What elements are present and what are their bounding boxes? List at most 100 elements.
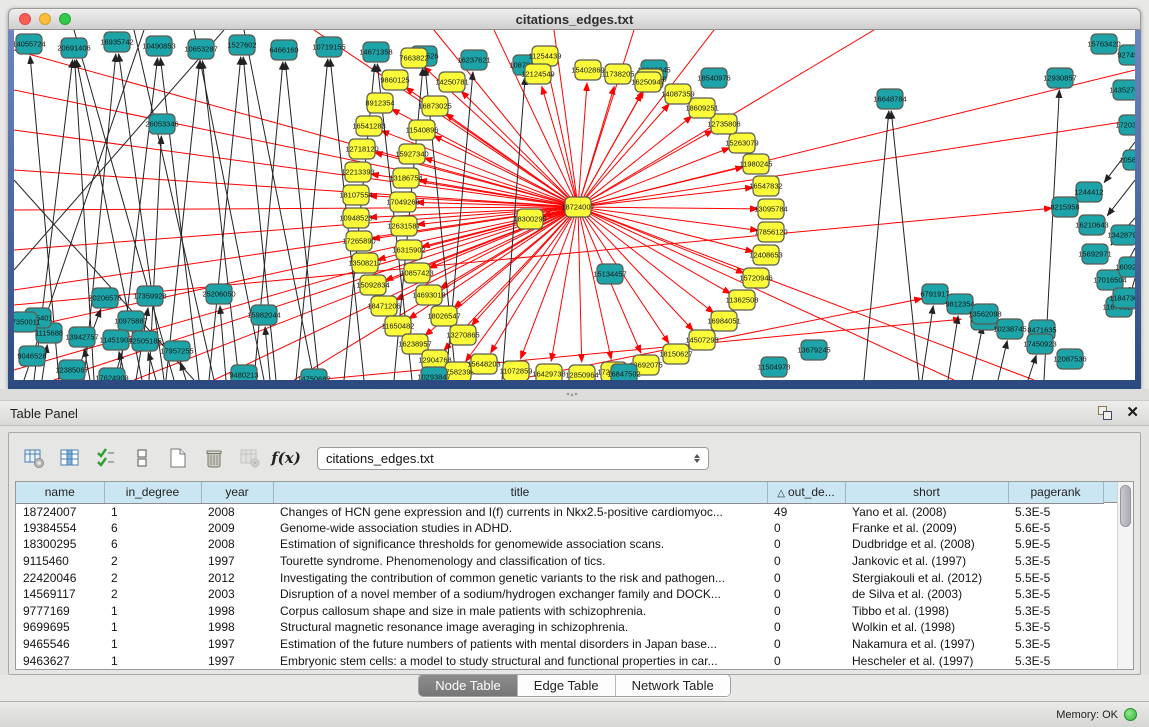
table-vertical-scrollbar[interactable]: [1117, 482, 1133, 669]
cell-year[interactable]: 2009: [201, 520, 273, 537]
graph-node[interactable]: 14087359: [661, 84, 694, 104]
graph-node[interactable]: 9860125: [380, 70, 409, 90]
cell-short[interactable]: de Silva et al. (2003): [845, 586, 1008, 603]
cell-short[interactable]: Jankovic et al. (1997): [845, 553, 1008, 570]
cell-year[interactable]: 1997: [201, 553, 273, 570]
graph-node[interactable]: 12087536: [1053, 349, 1086, 369]
cell-out_degree[interactable]: 0: [767, 603, 845, 620]
graph-node[interactable]: 13679245: [797, 340, 830, 360]
graph-node[interactable]: 15720946: [739, 268, 772, 288]
function-builder-icon[interactable]: f(x): [275, 447, 297, 469]
split-handle-icon[interactable]: [566, 392, 578, 397]
delete-column-icon[interactable]: [203, 447, 225, 469]
cell-pagerank[interactable]: 5.6E-5: [1008, 520, 1103, 537]
cell-in_degree[interactable]: 2: [104, 553, 201, 570]
graph-node[interactable]: 10857423: [400, 263, 433, 283]
graph-node[interactable]: 14055724: [14, 34, 46, 54]
graph-node[interactable]: 16541283: [352, 116, 385, 136]
graph-node[interactable]: 13942757: [65, 327, 98, 347]
table-row[interactable]: 1456911722003Disruption of a novel membe…: [16, 586, 1103, 603]
graph-node[interactable]: 13562098: [968, 304, 1001, 324]
graph-node[interactable]: 12718120: [345, 139, 378, 159]
graph-node[interactable]: 11738205: [602, 64, 635, 84]
graph-node[interactable]: 17624903: [95, 368, 128, 380]
table-mode-icon[interactable]: [131, 447, 153, 469]
graph-node[interactable]: 10293847: [417, 367, 450, 380]
graph-node[interactable]: 14693018: [412, 285, 445, 305]
cell-pagerank[interactable]: 5.3E-5: [1008, 603, 1103, 620]
graph-node[interactable]: 16984051: [707, 311, 740, 331]
cell-out_degree[interactable]: 0: [767, 569, 845, 586]
graph-node[interactable]: 12124549: [521, 64, 554, 84]
graph-node[interactable]: 16935742: [100, 32, 133, 52]
float-panel-icon[interactable]: [1098, 406, 1112, 420]
table-settings-icon[interactable]: [23, 447, 45, 469]
cell-title[interactable]: Structural magnetic resonance image aver…: [273, 619, 767, 636]
memory-status-indicator-icon[interactable]: [1124, 708, 1137, 721]
graph-node[interactable]: 15692971: [1078, 244, 1111, 264]
row-selection-icon[interactable]: [95, 447, 117, 469]
cell-in_degree[interactable]: 1: [104, 619, 201, 636]
graph-node[interactable]: 17359928: [133, 286, 166, 306]
graph-node[interactable]: 10975887: [114, 311, 147, 331]
graph-node[interactable]: 13270865: [446, 325, 479, 345]
cell-in_degree[interactable]: 6: [104, 520, 201, 537]
cell-in_degree[interactable]: 1: [104, 503, 201, 520]
graph-node[interactable]: 16847502: [607, 364, 640, 380]
graph-node[interactable]: 8912354: [365, 93, 394, 113]
column-header-pagerank[interactable]: pagerank: [1008, 482, 1103, 503]
cell-name[interactable]: 19384554: [16, 520, 104, 537]
graph-node[interactable]: 10490853: [142, 36, 175, 56]
cell-in_degree[interactable]: 1: [104, 603, 201, 620]
graph-node[interactable]: 13095784: [754, 199, 787, 219]
graph-node[interactable]: 10653287: [184, 39, 217, 59]
cell-year[interactable]: 1997: [201, 652, 273, 669]
graph-node[interactable]: 15092834: [356, 275, 389, 295]
tab-edge-table[interactable]: Edge Table: [518, 675, 616, 696]
graph-node[interactable]: 18540976: [697, 68, 730, 88]
graph-node[interactable]: 14507293: [685, 330, 718, 350]
table-row[interactable]: 1872400712008Changes of HCN gene express…: [16, 503, 1103, 520]
graph-node[interactable]: 15927340: [395, 144, 428, 164]
network-canvas[interactable]: 14055724 20691406 16935742 10490853 10653287…: [14, 30, 1135, 380]
cell-title[interactable]: Tourette syndrome. Phenomenology and cla…: [273, 553, 767, 570]
graph-node[interactable]: 11847306: [1110, 288, 1135, 308]
cell-out_degree[interactable]: 0: [767, 619, 845, 636]
graph-node[interactable]: 15402869: [571, 60, 604, 80]
graph-node[interactable]: 16429738: [532, 364, 565, 380]
graph-node[interactable]: 18026547: [427, 306, 460, 326]
graph-node[interactable]: 11504978: [758, 357, 791, 377]
graph-node[interactable]: 14250781: [435, 72, 468, 92]
graph-node[interactable]: 15263079: [725, 133, 758, 153]
graph-node[interactable]: 12213393: [341, 162, 374, 182]
graph-node[interactable]: 15982044: [247, 305, 280, 325]
graph-node[interactable]: 20691406: [57, 38, 90, 58]
graph-node[interactable]: 16315902: [392, 240, 425, 260]
cell-pagerank[interactable]: 5.3E-5: [1008, 503, 1103, 520]
cell-title[interactable]: Disruption of a novel member of a sodium…: [273, 586, 767, 603]
graph-node[interactable]: 13508217: [348, 253, 381, 273]
network-table-selector[interactable]: citations_edges.txt: [317, 447, 709, 470]
graph-node[interactable]: 18150627: [659, 344, 692, 364]
cell-name[interactable]: 18724007: [16, 503, 104, 520]
cell-pagerank[interactable]: 5.3E-5: [1008, 652, 1103, 669]
cell-in_degree[interactable]: 1: [104, 652, 201, 669]
graph-node[interactable]: 16250947: [631, 72, 664, 92]
table-row[interactable]: 946554611997Estimation of the future num…: [16, 636, 1103, 653]
cell-title[interactable]: Investigating the contribution of common…: [273, 569, 767, 586]
cell-name[interactable]: 9777169: [16, 603, 104, 620]
graph-node[interactable]: 14671358: [359, 42, 392, 62]
cell-in_degree[interactable]: 1: [104, 636, 201, 653]
graph-node[interactable]: 16873025: [418, 96, 451, 116]
graph-node[interactable]: 17350011: [14, 312, 40, 332]
table-row[interactable]: 977716911998Corpus callosum shape and si…: [16, 603, 1103, 620]
graph-node[interactable]: 18107554: [339, 185, 372, 205]
cell-title[interactable]: Estimation of significance thresholds fo…: [273, 536, 767, 553]
graph-node[interactable]: 16648784: [873, 89, 906, 109]
graph-node[interactable]: 12408653: [749, 245, 782, 265]
graph-node[interactable]: 9812354: [945, 294, 974, 314]
table-row[interactable]: 969969511998Structural magnetic resonanc…: [16, 619, 1103, 636]
node-table-grid[interactable]: namein_degreeyeartitle△out_de...shortpag…: [16, 482, 1104, 669]
graph-node[interactable]: 7663822: [399, 48, 428, 68]
close-panel-icon[interactable]: ✕: [1126, 406, 1139, 420]
